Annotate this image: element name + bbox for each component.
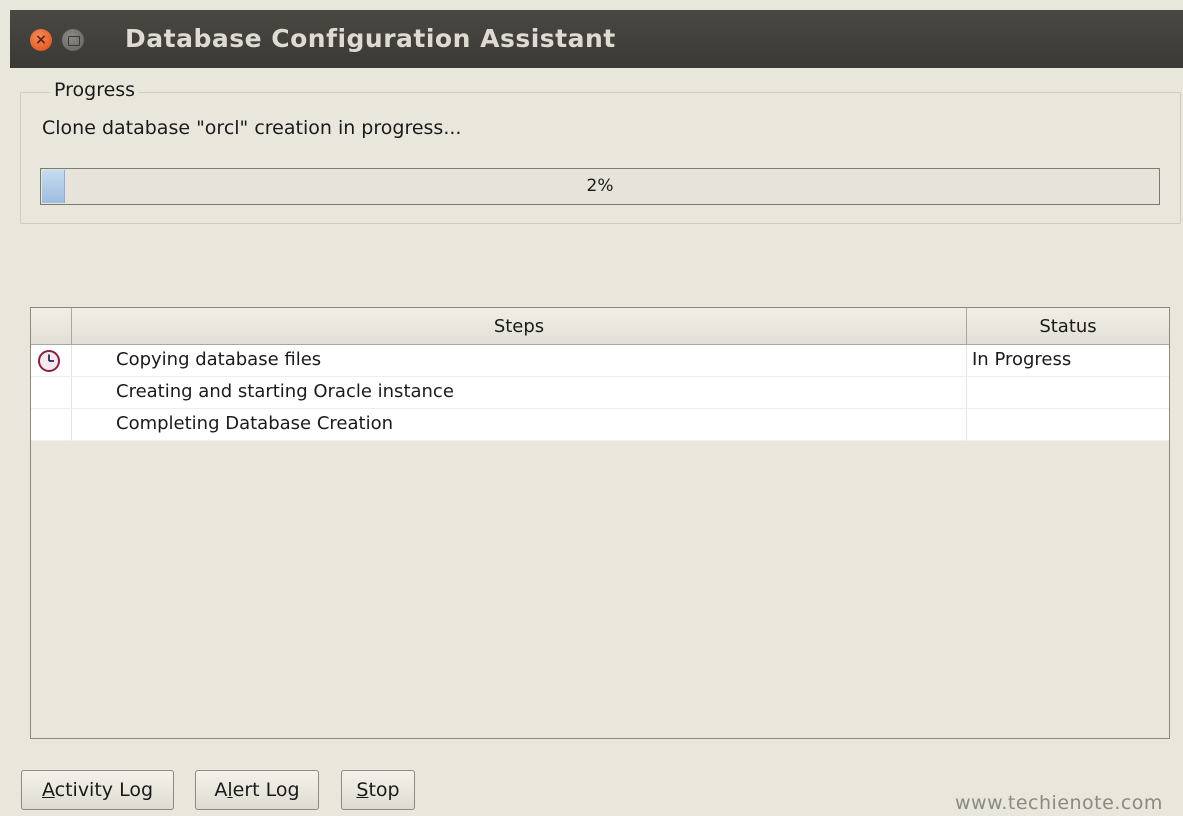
- steps-column-header[interactable]: Steps: [72, 308, 967, 345]
- progress-bar: 2%: [40, 168, 1160, 205]
- activity-log-mnemonic: A: [41, 779, 55, 801]
- stop-button[interactable]: Stop: [341, 770, 415, 810]
- clock-icon: [38, 350, 60, 372]
- step-status-cell: In Progress: [967, 345, 1169, 377]
- window-title: Database Configuration Assistant: [125, 24, 616, 53]
- alert-log-button[interactable]: Alert Log: [195, 770, 319, 810]
- progress-percent: 2%: [586, 176, 614, 196]
- stop-label: top: [368, 779, 400, 801]
- table-row[interactable]: Copying database files In Progress: [31, 345, 1169, 377]
- icon-column-header[interactable]: [31, 308, 72, 345]
- activity-log-label: ctivity Log: [54, 779, 154, 801]
- step-name-cell: Copying database files: [72, 345, 967, 377]
- stop-mnemonic: S: [356, 779, 369, 801]
- step-name-cell: Creating and starting Oracle instance: [72, 377, 967, 409]
- table-row[interactable]: Creating and starting Oracle instance: [31, 377, 1169, 409]
- row-icon-cell: [31, 345, 72, 377]
- watermark-text: www.techienote.com: [955, 792, 1163, 814]
- table-header: Steps Status: [31, 308, 1169, 345]
- minimize-window-icon[interactable]: [62, 29, 84, 51]
- close-window-icon[interactable]: ×: [30, 29, 52, 51]
- step-name-cell: Completing Database Creation: [72, 409, 967, 441]
- alert-log-prefix: A: [214, 779, 228, 801]
- step-status-cell: [967, 409, 1169, 441]
- progress-group-label: Progress: [50, 79, 140, 101]
- status-column-header[interactable]: Status: [967, 308, 1169, 345]
- row-icon-cell: [31, 409, 72, 441]
- activity-log-button[interactable]: Activity Log: [21, 770, 174, 810]
- step-status-cell: [967, 377, 1169, 409]
- row-icon-cell: [31, 377, 72, 409]
- table-row[interactable]: Completing Database Creation: [31, 409, 1169, 441]
- progress-message: Clone database "orcl" creation in progre…: [42, 117, 462, 139]
- window-titlebar: × Database Configuration Assistant: [10, 10, 1183, 68]
- alert-log-label: ert Log: [232, 779, 300, 801]
- steps-table: Steps Status Copying database files In P…: [30, 307, 1170, 739]
